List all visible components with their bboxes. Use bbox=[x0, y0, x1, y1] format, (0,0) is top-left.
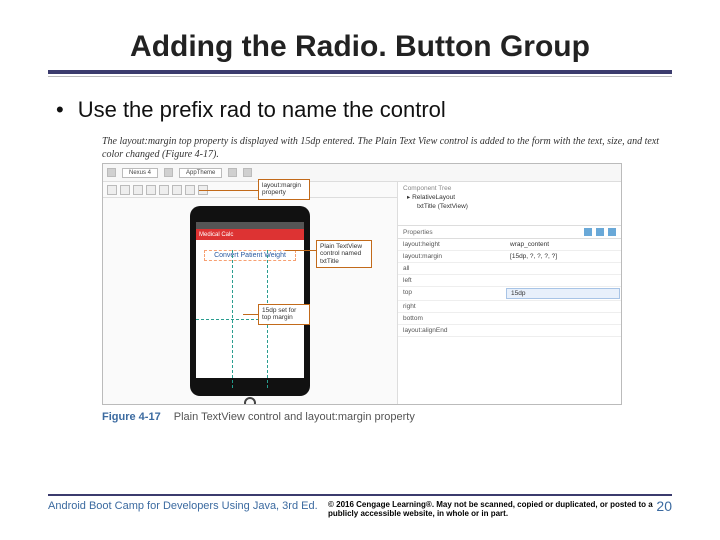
phone-frame: Medical Calc Convert Patient Weight bbox=[190, 206, 310, 396]
prop-row: left bbox=[398, 275, 621, 287]
palette-icon bbox=[120, 185, 130, 195]
callout-line bbox=[243, 314, 258, 315]
tree-item: ▸ RelativeLayout bbox=[407, 194, 616, 203]
footer-rule bbox=[48, 494, 672, 496]
appbar-label: Medical Calc bbox=[199, 232, 233, 238]
figure-desc: Plain TextView control and layout:margin… bbox=[174, 411, 415, 423]
callout-textview: Plain TextView control named txtTitle bbox=[316, 240, 372, 268]
prop-row: bottom bbox=[398, 313, 621, 325]
prop-val bbox=[505, 275, 621, 286]
prop-row-highlight: top 15dp bbox=[398, 287, 621, 301]
title-rule-thin bbox=[48, 76, 672, 77]
device-select: Nexus 4 bbox=[122, 168, 158, 178]
callout-line bbox=[199, 190, 258, 191]
slide: Adding the Radio. Button Group Use the p… bbox=[0, 0, 720, 540]
palette-icon bbox=[146, 185, 156, 195]
palette-icon bbox=[107, 185, 117, 195]
toolbar-icon bbox=[243, 168, 252, 177]
book-title: Android Boot Camp for Developers Using J… bbox=[48, 500, 328, 512]
tree-heading: Component Tree bbox=[403, 185, 616, 194]
bullet-text: Use the prefix rad to name the control bbox=[56, 97, 672, 123]
ide-screenshot: Nexus 4 AppTheme bbox=[102, 163, 622, 405]
toolbar-icon bbox=[164, 168, 173, 177]
prop-key: layout:alignEnd bbox=[398, 325, 505, 336]
phone-preview-wrap: Medical Calc Convert Patient Weight Plai bbox=[103, 198, 397, 404]
prop-row: all bbox=[398, 263, 621, 275]
right-pane: Component Tree ▸ RelativeLayout txtTitle… bbox=[398, 182, 621, 404]
palette-icon bbox=[185, 185, 195, 195]
prop-row: layout:alignEnd bbox=[398, 325, 621, 337]
palette-icon bbox=[159, 185, 169, 195]
prop-val bbox=[505, 313, 621, 324]
phone-statusbar bbox=[196, 222, 304, 229]
copyright-text: © 2016 Cengage Learning®. May not be sca… bbox=[328, 500, 672, 518]
toolbar-icon bbox=[107, 168, 116, 177]
tree-item: txtTitle (TextView) bbox=[417, 203, 616, 212]
figure-number: Figure 4-17 bbox=[102, 411, 161, 423]
properties-icons bbox=[584, 228, 616, 236]
ide-toolbar: Nexus 4 AppTheme bbox=[103, 164, 621, 182]
phone-screen: Medical Calc Convert Patient Weight bbox=[196, 222, 304, 378]
callout-15dp: 15dp set for top margin bbox=[258, 304, 310, 325]
prop-row: right bbox=[398, 301, 621, 313]
toolbar-icon bbox=[228, 168, 237, 177]
prop-val: 15dp bbox=[506, 288, 620, 299]
tree-label: txtTitle (TextView) bbox=[417, 203, 468, 210]
callout-line bbox=[285, 250, 316, 251]
prop-key: left bbox=[398, 275, 505, 286]
prop-val bbox=[505, 301, 621, 312]
phone-home-button bbox=[244, 397, 256, 405]
title-rule-thick bbox=[48, 70, 672, 74]
prop-row: layout:height wrap_content bbox=[398, 239, 621, 251]
properties-title: Properties bbox=[403, 229, 433, 236]
slide-title: Adding the Radio. Button Group bbox=[48, 30, 672, 64]
ide-body: Medical Calc Convert Patient Weight Plai bbox=[103, 182, 621, 404]
txt-title-control: Convert Patient Weight bbox=[204, 250, 296, 261]
prop-val: wrap_content bbox=[505, 239, 621, 250]
prop-key: all bbox=[398, 263, 505, 274]
palette-icon bbox=[172, 185, 182, 195]
properties-panel: Properties layout:height wrap_content la… bbox=[398, 226, 621, 404]
prop-val bbox=[505, 263, 621, 274]
theme-select: AppTheme bbox=[179, 168, 222, 178]
tree-label: RelativeLayout bbox=[412, 194, 455, 201]
prop-key: layout:height bbox=[398, 239, 505, 250]
figure-label: Figure 4-17 Plain TextView control and l… bbox=[102, 411, 672, 423]
properties-header: Properties bbox=[398, 226, 621, 239]
prop-key: top bbox=[398, 287, 505, 300]
figure-caption: The layout:margin top property is displa… bbox=[102, 135, 672, 161]
prop-row: layout:margin [15dp, ?, ?, ?, ?] bbox=[398, 251, 621, 263]
palette-icon bbox=[133, 185, 143, 195]
design-pane: Medical Calc Convert Patient Weight Plai bbox=[103, 182, 398, 404]
prop-val bbox=[505, 325, 621, 336]
phone-appbar: Medical Calc bbox=[196, 229, 304, 240]
page-number: 20 bbox=[656, 498, 672, 514]
slide-footer: Android Boot Camp for Developers Using J… bbox=[48, 494, 672, 518]
prop-key: bottom bbox=[398, 313, 505, 324]
footer-row: Android Boot Camp for Developers Using J… bbox=[48, 500, 672, 518]
component-tree: Component Tree ▸ RelativeLayout txtTitle… bbox=[398, 182, 621, 226]
prop-key: right bbox=[398, 301, 505, 312]
prop-val: [15dp, ?, ?, ?, ?] bbox=[505, 251, 621, 262]
prop-key: layout:margin bbox=[398, 251, 505, 262]
callout-margin-prop: layout:margin property bbox=[258, 179, 310, 200]
